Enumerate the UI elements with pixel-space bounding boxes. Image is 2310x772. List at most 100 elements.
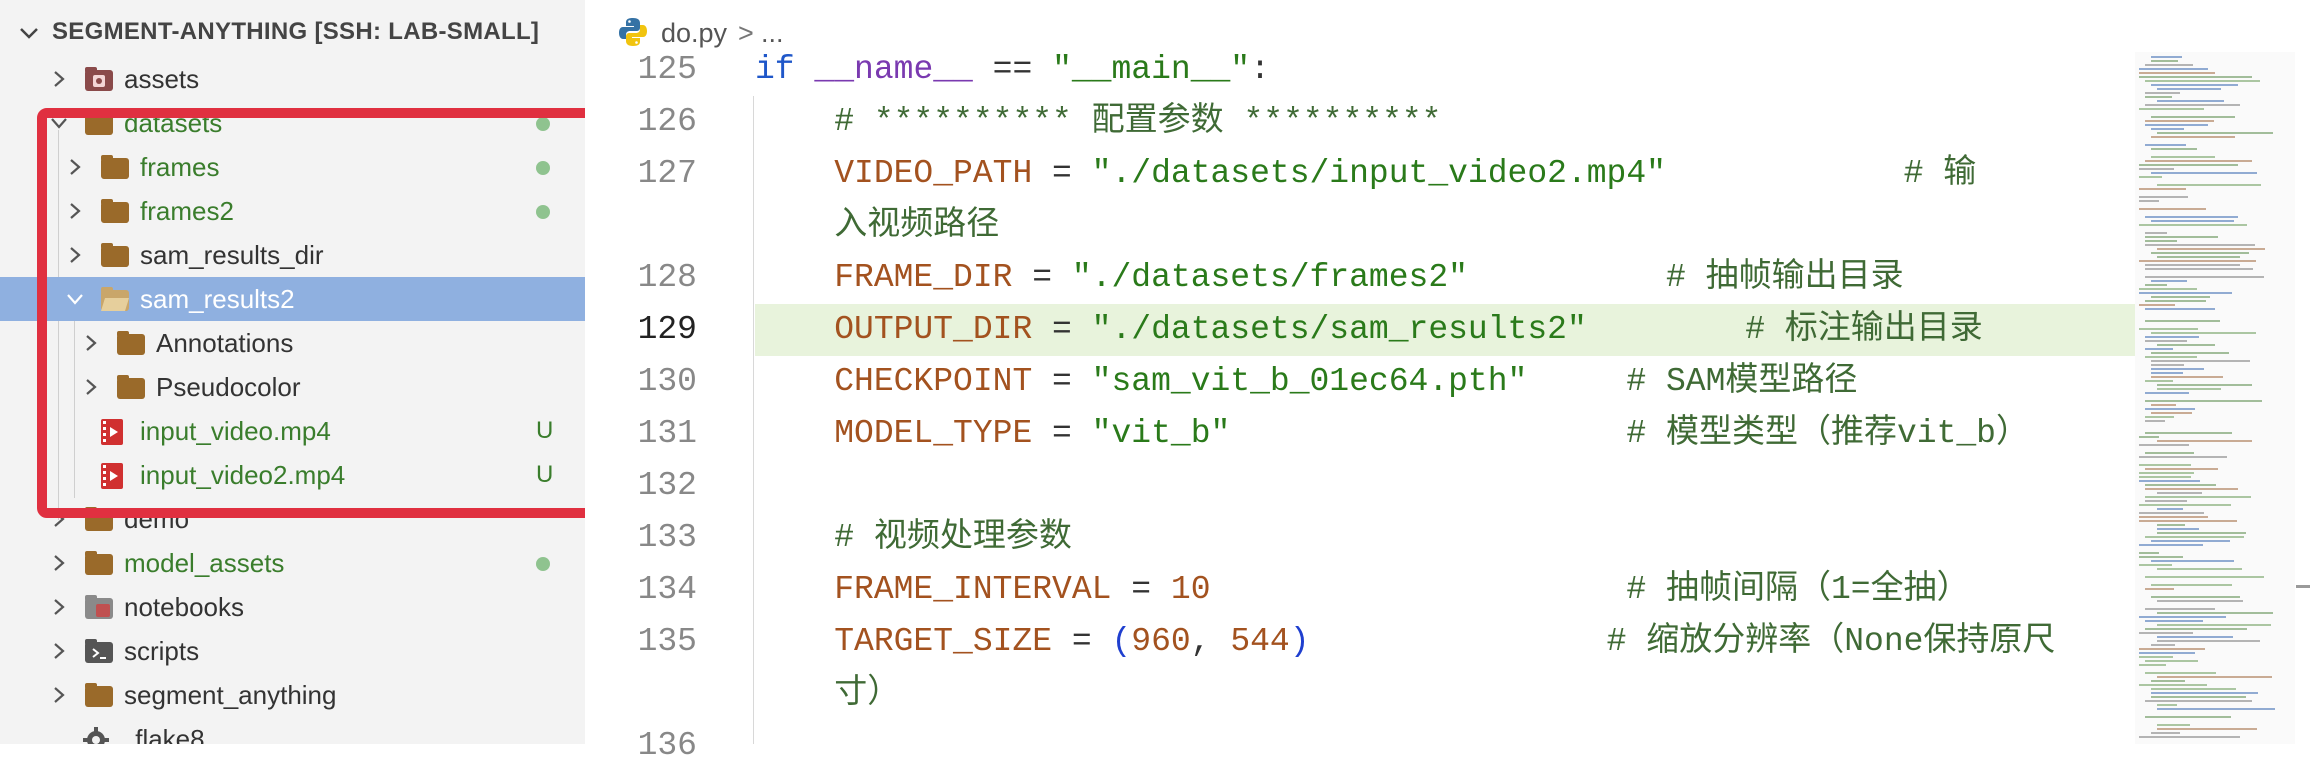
minimap-line bbox=[2139, 196, 2188, 198]
code-line[interactable]: 127 VIDEO_PATH = "./datasets/input_video… bbox=[585, 148, 2135, 200]
minimap-line bbox=[2157, 708, 2275, 710]
minimap-line bbox=[2145, 356, 2197, 358]
minimap-line bbox=[2145, 400, 2262, 402]
minimap-line bbox=[2139, 224, 2247, 226]
chevron-right-icon[interactable] bbox=[50, 70, 68, 88]
minimap-line bbox=[2157, 532, 2246, 534]
code-text: # 视频处理参数 bbox=[755, 512, 1072, 564]
minimap-line bbox=[2145, 276, 2264, 278]
minimap-line bbox=[2151, 412, 2192, 414]
minimap-line bbox=[2145, 452, 2194, 454]
code-text: FRAME_DIR = "./datasets/frames2" # 抽帧输出目… bbox=[755, 252, 1903, 304]
code-token: = bbox=[1032, 155, 1092, 192]
line-number: 135 bbox=[637, 623, 697, 660]
tree-item-scripts[interactable]: scripts bbox=[0, 629, 585, 673]
line-number: 125 bbox=[637, 51, 697, 88]
chevron-right-icon[interactable] bbox=[50, 554, 68, 572]
minimap-line bbox=[2139, 516, 2208, 518]
minimap-line bbox=[2145, 340, 2187, 342]
minimap-line bbox=[2139, 176, 2162, 178]
minimap-line bbox=[2139, 464, 2191, 466]
code-line[interactable]: 135 TARGET_SIZE = (960, 544) # 缩放分辨率（Non… bbox=[585, 616, 2135, 668]
code-token: # 输 bbox=[1665, 155, 1977, 192]
minimap-line bbox=[2145, 628, 2247, 630]
code-token: "vit_b" bbox=[1091, 415, 1231, 452]
minimap-line bbox=[2145, 536, 2244, 538]
tree-item-notebooks[interactable]: notebooks bbox=[0, 585, 585, 629]
minimap-line bbox=[2145, 608, 2215, 610]
minimap-line bbox=[2145, 96, 2172, 98]
minimap-line bbox=[2145, 488, 2238, 490]
minimap-line bbox=[2151, 296, 2210, 298]
code-line[interactable]: 128 FRAME_DIR = "./datasets/frames2" # 抽… bbox=[585, 252, 2135, 304]
minimap-line bbox=[2139, 632, 2193, 634]
minimap-line bbox=[2145, 232, 2167, 234]
chevron-down-icon[interactable] bbox=[18, 22, 40, 44]
minimap-line bbox=[2139, 544, 2203, 546]
tree-item-model-assets[interactable]: model_assets bbox=[0, 541, 585, 585]
minimap-line bbox=[2157, 528, 2199, 530]
code-editor[interactable]: do.py > ... 125 if __name__ == "__main__"… bbox=[585, 0, 2310, 764]
code-line[interactable]: 入视频路径 bbox=[585, 200, 2135, 252]
minimap-line bbox=[2151, 644, 2175, 646]
code-line[interactable]: 133 # 视频处理参数 bbox=[585, 512, 2135, 564]
code-line[interactable]: 134 FRAME_INTERVAL = 10 # 抽帧间隔（1=全抽） bbox=[585, 564, 2135, 616]
scrollbar-marker[interactable] bbox=[2296, 585, 2310, 588]
chevron-right-icon[interactable] bbox=[50, 598, 68, 616]
minimap-line bbox=[2151, 220, 2234, 222]
minimap-line bbox=[2139, 72, 2215, 74]
minimap[interactable] bbox=[2135, 52, 2295, 744]
minimap-line bbox=[2145, 124, 2208, 126]
minimap-line bbox=[2151, 584, 2232, 586]
code-line[interactable]: 126 # ********** 配置参数 ********** bbox=[585, 96, 2135, 148]
minimap-line bbox=[2145, 484, 2216, 486]
code-token: "./datasets/frames2" bbox=[1071, 259, 1468, 296]
code-token: VIDEO_PATH bbox=[755, 155, 1033, 192]
minimap-line bbox=[2145, 392, 2189, 394]
minimap-line bbox=[2145, 300, 2206, 302]
minimap-line bbox=[2157, 440, 2252, 442]
minimap-line bbox=[2145, 468, 2218, 470]
git-modified-dot bbox=[536, 557, 550, 571]
minimap-line bbox=[2139, 456, 2227, 458]
code-token: # 视频处理参数 bbox=[755, 519, 1072, 556]
minimap-line bbox=[2157, 256, 2240, 258]
minimap-line bbox=[2139, 736, 2240, 738]
chevron-right-icon[interactable] bbox=[50, 642, 68, 660]
minimap-line bbox=[2151, 128, 2184, 130]
minimap-line bbox=[2151, 136, 2235, 138]
code-line[interactable]: 136 bbox=[585, 720, 2135, 772]
code-line[interactable]: 寸） bbox=[585, 668, 2135, 720]
code-text: CHECKPOINT = "sam_vit_b_01ec64.pth" # SA… bbox=[755, 356, 1857, 408]
code-token: : bbox=[1250, 51, 1270, 88]
minimap-line bbox=[2145, 160, 2252, 162]
minimap-line bbox=[2151, 116, 2235, 118]
minimap-line bbox=[2139, 208, 2206, 210]
minimap-line bbox=[2151, 596, 2240, 598]
code-token: # 缩放分辨率（None保持原尺 bbox=[1309, 623, 2056, 660]
tree-item-label: scripts bbox=[124, 636, 200, 666]
tree-item-label: model_assets bbox=[124, 548, 285, 578]
code-token: # 模型类型（推荐vit_b） bbox=[1230, 415, 2029, 452]
minimap-line bbox=[2151, 368, 2204, 370]
explorer-sidebar: SEGMENT-ANYTHING [SSH: LAB-SMALL] assets… bbox=[0, 0, 585, 744]
minimap-line bbox=[2139, 260, 2256, 262]
minimap-line bbox=[2139, 520, 2237, 522]
minimap-line bbox=[2151, 540, 2230, 542]
minimap-line bbox=[2145, 672, 2216, 674]
code-line[interactable]: 129 OUTPUT_DIR = "./datasets/sam_results… bbox=[585, 304, 2135, 356]
code-line[interactable]: 130 CHECKPOINT = "sam_vit_b_01ec64.pth" … bbox=[585, 356, 2135, 408]
tree-item-assets[interactable]: assets bbox=[0, 57, 585, 101]
minimap-line bbox=[2139, 436, 2159, 438]
code-line[interactable]: 131 MODEL_TYPE = "vit_b" # 模型类型（推荐vit_b） bbox=[585, 408, 2135, 460]
tree-item-segment-anything[interactable]: segment_anything bbox=[0, 673, 585, 717]
minimap-line bbox=[2145, 216, 2238, 218]
tree-item-flake8[interactable]: .flake8 bbox=[0, 717, 585, 744]
chevron-right-icon[interactable] bbox=[50, 686, 68, 704]
code-token: TARGET_SIZE bbox=[755, 623, 1053, 660]
minimap-line bbox=[2157, 612, 2273, 614]
minimap-line bbox=[2139, 188, 2186, 190]
minimap-line bbox=[2151, 148, 2197, 150]
code-line[interactable]: 132 bbox=[585, 460, 2135, 512]
code-line[interactable]: 125 if __name__ == "__main__": bbox=[585, 44, 2135, 96]
